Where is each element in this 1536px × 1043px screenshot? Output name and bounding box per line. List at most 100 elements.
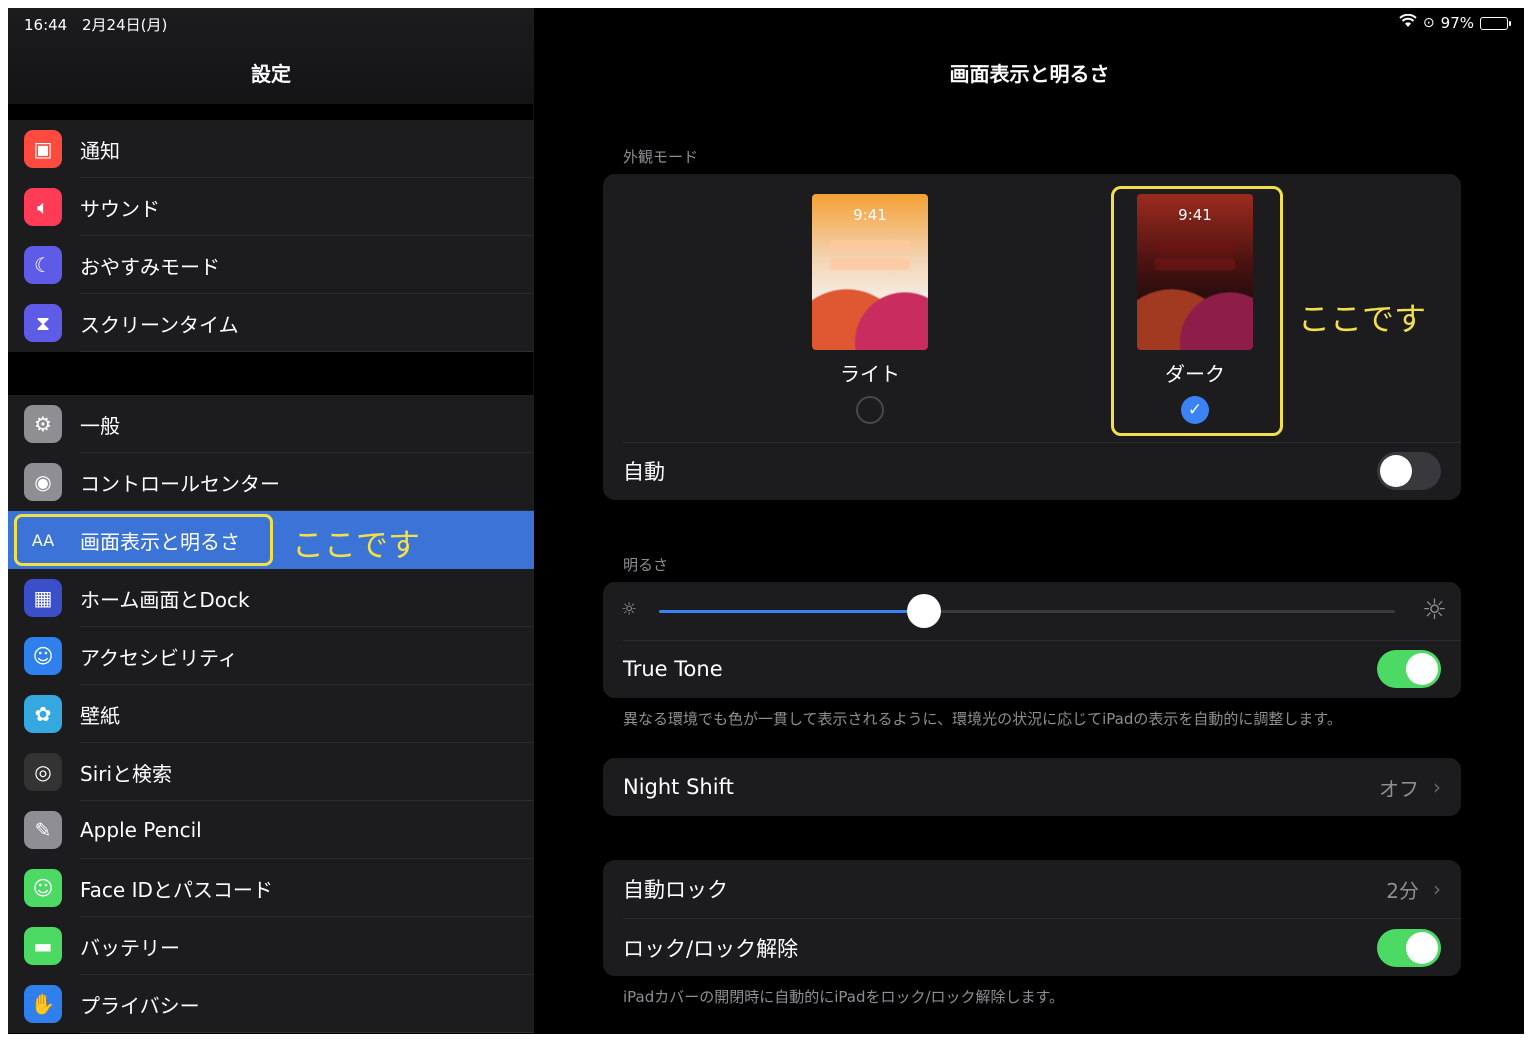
night-shift-value: オフ	[1379, 776, 1419, 801]
sidebar-item-label: 通知	[80, 138, 120, 163]
true-tone-toggle[interactable]	[1377, 650, 1441, 688]
sidebar-item[interactable]: ▬ バッテリー	[8, 917, 534, 975]
dark-mode-radio[interactable]: ✓	[1181, 396, 1209, 424]
sidebar-item[interactable]: AA 画面表示と明るさ ここです	[8, 511, 534, 569]
chevron-right-icon: ›	[1433, 877, 1441, 901]
sidebar-item[interactable]: ▦ ホーム画面とDock	[8, 569, 534, 627]
auto-appearance-label: 自動	[623, 460, 665, 484]
sidebar-item-label: プライバシー	[80, 993, 200, 1018]
night-shift-row[interactable]: Night Shift オフ ›	[603, 758, 1461, 816]
brightness-slider-thumb[interactable]	[906, 594, 941, 628]
brightness-card: ☼ ☼ True Tone	[603, 582, 1461, 698]
night-shift-card: Night Shift オフ ›	[603, 758, 1461, 816]
moon-icon: ☾	[24, 246, 62, 284]
sidebar-item-label: コントロールセンター	[80, 471, 280, 496]
sidebar-item[interactable]: ☺ Face IDとパスコード	[8, 859, 534, 917]
sidebar-item-label: おやすみモード	[80, 254, 220, 279]
pencil-icon: ✎	[24, 811, 62, 849]
light-preview-time: 9:41	[853, 206, 887, 224]
auto-appearance-toggle[interactable]	[1377, 452, 1441, 490]
status-bar-left: 16:44 2月24日(月)	[24, 14, 177, 35]
true-tone-label: True Tone	[623, 657, 723, 681]
lock-unlock-toggle[interactable]	[1377, 928, 1441, 967]
sidebar-item-label: バッテリー	[80, 935, 180, 960]
siri-icon: ◎	[24, 753, 62, 791]
sidebar-title: 設定	[251, 62, 291, 86]
sun-large-icon: ☼	[1421, 593, 1447, 626]
light-preview-bar	[830, 258, 910, 270]
sidebar-item-label: Apple Pencil	[80, 818, 202, 842]
dark-preview-bar	[1155, 258, 1235, 270]
lock-unlock-label: ロック/ロック解除	[623, 936, 799, 961]
notification-icon: ▣	[24, 130, 62, 168]
gear-icon: ⚙	[24, 405, 62, 443]
battery-status-icon	[1480, 16, 1511, 30]
sidebar-item-label: サウンド	[80, 196, 160, 221]
night-shift-label: Night Shift	[623, 775, 734, 799]
light-mode-label: ライト	[840, 362, 900, 386]
switches-icon: ◉	[24, 463, 62, 501]
sidebar-item[interactable]: ☾ おやすみモード	[8, 236, 534, 294]
hand-icon: ✋	[24, 985, 62, 1023]
status-bar-right: ⊙ 97%	[1399, 13, 1511, 32]
settings-sidebar: 16:44 2月24日(月) 設定 ▣ 通知 🔈︎ サウンド ☾ おやすみモード ⧗ スクリー…	[8, 8, 534, 1034]
sidebar-item[interactable]: ◎ Siriと検索	[8, 743, 534, 801]
appearance-section-label: 外観モード	[623, 148, 699, 166]
sidebar-item[interactable]: 🔈︎ サウンド	[8, 178, 534, 236]
auto-appearance-row: 自動	[603, 442, 1461, 500]
page-title: 画面表示と明るさ	[949, 62, 1110, 86]
auto-lock-row[interactable]: 自動ロック 2分 ›	[603, 860, 1461, 918]
dark-mode-preview[interactable]: 9:41	[1137, 194, 1253, 350]
sidebar-group-general: ⚙ 一般 ◉ コントロールセンター AA 画面表示と明るさ ここです ▦ ホーム画面とDock ☺…	[8, 395, 534, 1033]
face-id-icon: ☺	[24, 869, 62, 907]
flower-icon: ✿	[24, 695, 62, 733]
accessibility-icon: ☺	[24, 637, 62, 675]
sidebar-item-label: ホーム画面とDock	[80, 587, 250, 612]
brightness-slider-fill	[659, 610, 924, 613]
sidebar-item[interactable]: ✿ 壁紙	[8, 685, 534, 743]
grid-icon: ▦	[24, 579, 62, 617]
hourglass-icon: ⧗	[24, 304, 62, 342]
sidebar-group-notifications: ▣ 通知 🔈︎ サウンド ☾ おやすみモード ⧗ スクリーンタイム	[8, 120, 534, 352]
sidebar-item-label: Face IDとパスコード	[80, 877, 273, 902]
sidebar-item[interactable]: ⚙ 一般	[8, 395, 534, 453]
sidebar-item-label: アクセシビリティ	[80, 645, 238, 670]
chevron-right-icon: ›	[1433, 775, 1441, 799]
true-tone-note: 異なる環境でも色が一貫して表示されるように、環境光の状況に応じてiPadの表示を…	[623, 710, 1342, 728]
sidebar-item-label: 壁紙	[80, 703, 120, 728]
brightness-section-label: 明るさ	[623, 556, 669, 574]
sidebar-item[interactable]: ▣ 通知	[8, 120, 534, 178]
sidebar-item[interactable]: ☺ アクセシビリティ	[8, 627, 534, 685]
sidebar-item[interactable]: ✋ プライバシー	[8, 975, 534, 1033]
light-mode-preview[interactable]: 9:41	[812, 194, 928, 350]
dark-mode-label: ダーク	[1165, 362, 1225, 386]
sidebar-item[interactable]: ✎ Apple Pencil	[8, 801, 534, 859]
status-time: 16:44	[24, 16, 68, 34]
sidebar-item[interactable]: ◉ コントロールセンター	[8, 453, 534, 511]
auto-lock-label: 自動ロック	[623, 878, 728, 902]
true-tone-row: True Tone	[603, 640, 1461, 698]
appearance-card: 9:41 ライト 9:41 ダーク ✓ ここです 自動	[603, 174, 1461, 500]
annotation-text: ここです	[292, 526, 421, 564]
ipad-screen: 16:44 2月24日(月) 設定 ▣ 通知 🔈︎ サウンド ☾ おやすみモード ⧗ スクリー…	[8, 8, 1524, 1034]
selection-highlight-box	[14, 514, 273, 566]
status-date: 2月24日(月)	[82, 16, 168, 34]
auto-lock-value: 2分	[1386, 878, 1419, 903]
sun-small-icon: ☼	[621, 599, 638, 620]
dark-preview-bar	[1155, 240, 1235, 252]
battery-percent: 97%	[1440, 14, 1474, 32]
rotation-lock-icon: ⊙	[1422, 15, 1435, 31]
battery-icon: ▬	[24, 927, 62, 965]
sidebar-item-label: スクリーンタイム	[80, 312, 239, 337]
wifi-icon	[1399, 13, 1417, 32]
lock-unlock-row: ロック/ロック解除	[603, 919, 1461, 976]
sidebar-item[interactable]: ⧗ スクリーンタイム	[8, 294, 534, 352]
sidebar-item-label: 一般	[80, 413, 120, 438]
lock-card: 自動ロック 2分 › ロック/ロック解除	[603, 860, 1461, 976]
display-brightness-pane: ⊙ 97% 画面表示と明るさ 外観モード 9:41 ライト 9:41 ダーク ✓	[535, 8, 1524, 1034]
lock-note: iPadカバーの開閉時に自動的にiPadをロック/ロック解除します。	[623, 988, 1065, 1006]
checkmark-icon: ✓	[1187, 400, 1203, 420]
speaker-icon: 🔈︎	[24, 188, 62, 226]
light-preview-bar	[830, 240, 910, 252]
light-mode-radio[interactable]	[856, 396, 884, 424]
